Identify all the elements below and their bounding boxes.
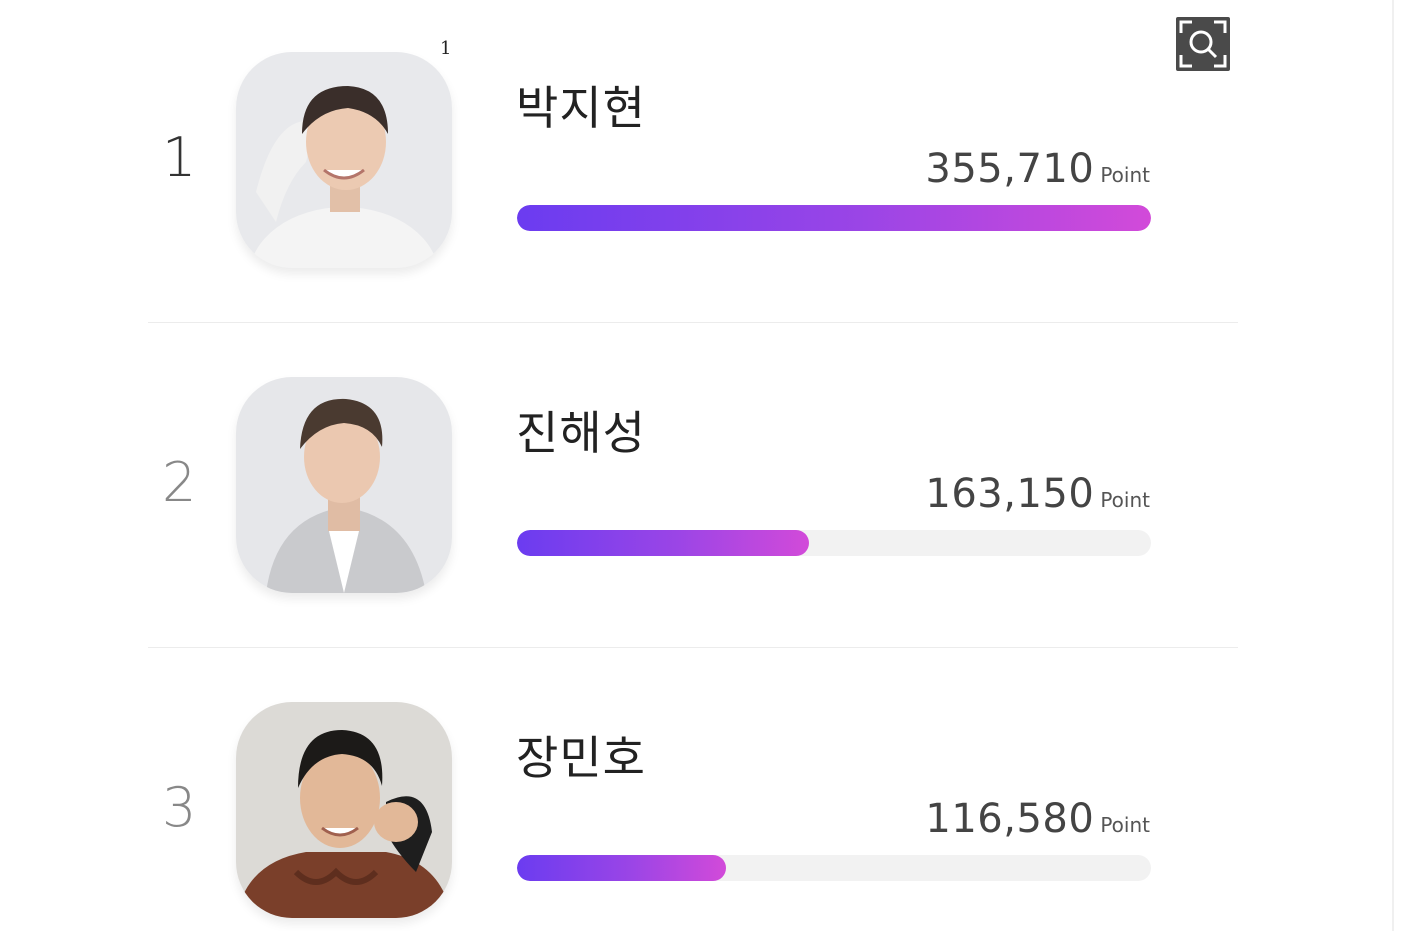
point-unit: Point (1100, 488, 1150, 512)
score-value: 355,710 (925, 146, 1095, 192)
progress-bar (517, 530, 1151, 556)
score: 116,580 Point (925, 796, 1150, 842)
score: 163,150 Point (925, 471, 1150, 517)
ranking-row: 2 진해성 163,150 Point (148, 325, 1238, 650)
row-divider (148, 322, 1238, 323)
score: 355,710 Point (925, 146, 1150, 192)
ranking-page: 1 1 박지현 355,710 Point 2 진해성 163,150 Poin… (0, 0, 1409, 931)
rank-number: 2 (162, 451, 197, 514)
avatar[interactable] (236, 702, 452, 918)
ranking-row: 3 장민호 116,580 Point (148, 650, 1238, 931)
point-unit: Point (1100, 163, 1150, 187)
progress-fill (517, 530, 809, 556)
rank-number: 3 (162, 776, 197, 839)
progress-bar (517, 205, 1151, 231)
progress-fill (517, 205, 1151, 231)
progress-fill (517, 855, 727, 881)
point-unit: Point (1100, 813, 1150, 837)
ranking-row: 1 박지현 355,710 Point (148, 0, 1238, 325)
artist-name: 박지현 (516, 81, 646, 135)
progress-bar (517, 855, 1151, 881)
row-divider (148, 647, 1238, 648)
score-value: 163,150 (925, 471, 1095, 517)
avatar[interactable] (236, 377, 452, 593)
rank-number: 1 (162, 126, 197, 189)
artist-name: 진해성 (516, 406, 646, 460)
score-value: 116,580 (925, 796, 1095, 842)
avatar[interactable] (236, 52, 452, 268)
artist-name: 장민호 (516, 731, 646, 785)
right-divider (1392, 0, 1394, 931)
